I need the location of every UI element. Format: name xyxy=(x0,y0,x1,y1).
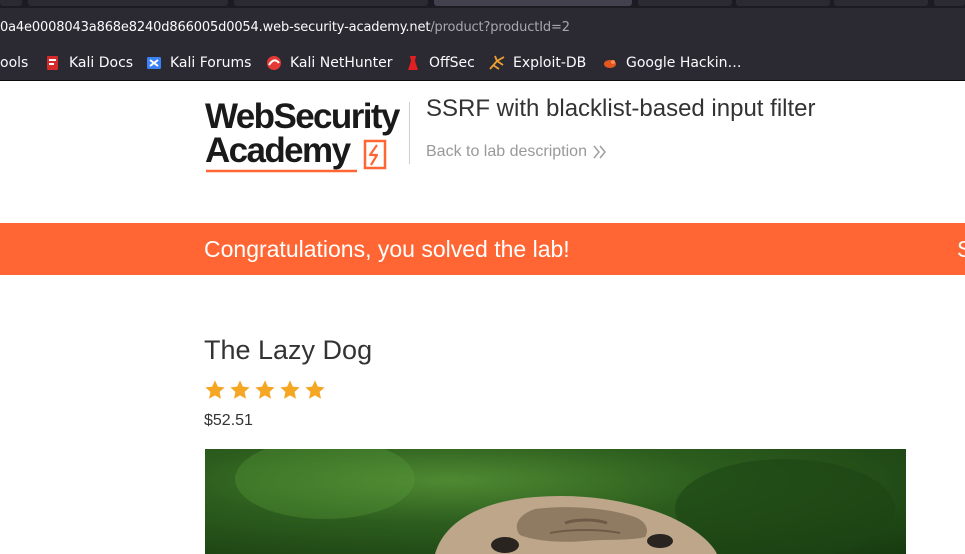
header-divider xyxy=(409,102,410,164)
bookmark-label: Kali NetHunter xyxy=(290,54,393,71)
browser-tab[interactable] xyxy=(28,0,228,6)
url-field[interactable]: 0a4e0008043a868e8240d866005d0054.web-sec… xyxy=(0,20,570,36)
star-icon xyxy=(230,380,250,399)
product-price: $52.51 xyxy=(204,412,253,429)
url-path: /product?productId=2 xyxy=(430,20,570,35)
bookmarks-toolbar: ools Kali Docs Kali Forums Kali NetHunte… xyxy=(0,45,965,81)
bookmark-exploit-db[interactable]: Exploit-DB xyxy=(489,45,586,80)
kali-forums-icon xyxy=(147,56,161,69)
back-to-lab-description-link[interactable]: Back to lab description xyxy=(426,143,607,161)
back-link-label: Back to lab description xyxy=(426,143,587,160)
browser-tab[interactable] xyxy=(834,0,928,6)
web-security-academy-logo[interactable]: WebSecurity Academy xyxy=(205,99,407,173)
star-icon xyxy=(205,380,225,399)
star-icon xyxy=(255,380,275,399)
product-image xyxy=(205,449,906,554)
bookmark-google-hacking[interactable]: Google Hackin… xyxy=(602,45,742,80)
star-icon xyxy=(305,380,325,399)
lab-solved-banner: Congratulations, you solved the lab! S xyxy=(0,223,965,275)
url-bar[interactable]: 0a4e0008043a868e8240d866005d0054.web-sec… xyxy=(0,8,965,45)
browser-tab-active[interactable] xyxy=(434,0,632,6)
product-rating xyxy=(204,379,329,401)
bookmark-kali-nethunter[interactable]: Kali NetHunter xyxy=(266,45,392,80)
url-host: 0a4e0008043a868e8240d866005d0054.web-sec… xyxy=(0,20,431,35)
bookmark-label: Kali Docs xyxy=(69,54,134,71)
product-title: The Lazy Dog xyxy=(204,335,373,365)
bookmark-label: OffSec xyxy=(429,54,475,71)
kali-docs-icon xyxy=(47,55,58,70)
bookmark-label: ools xyxy=(0,54,29,71)
kali-nethunter-icon xyxy=(267,55,281,70)
product-photo-pug xyxy=(235,449,895,554)
browser-tab[interactable] xyxy=(934,0,965,6)
bookmark-tools[interactable]: ools xyxy=(0,45,28,80)
logo-mark-icon xyxy=(206,139,387,173)
tab-strip xyxy=(0,0,965,8)
bookmark-kali-docs[interactable]: Kali Docs xyxy=(45,45,133,80)
google-hacking-icon xyxy=(604,59,616,68)
bookmark-label: Google Hackin… xyxy=(626,54,742,71)
browser-tab[interactable] xyxy=(0,0,22,6)
chevron-double-right-icon xyxy=(593,145,606,159)
exploit-db-icon xyxy=(489,55,505,70)
bookmark-offsec[interactable]: OffSec xyxy=(405,45,475,80)
bookmark-kali-forums[interactable]: Kali Forums xyxy=(146,45,251,80)
offsec-icon xyxy=(408,55,418,70)
banner-message: Congratulations, you solved the lab! xyxy=(204,236,570,262)
bookmark-label: Exploit-DB xyxy=(513,54,587,71)
browser-tab[interactable] xyxy=(736,0,830,6)
browser-tab[interactable] xyxy=(234,0,428,6)
browser-tab[interactable] xyxy=(638,0,732,6)
bookmark-label: Kali Forums xyxy=(170,54,252,71)
star-icon xyxy=(280,380,300,399)
banner-share-text[interactable]: S xyxy=(957,236,965,263)
lab-title: SSRF with blacklist-based input filter xyxy=(426,95,816,122)
